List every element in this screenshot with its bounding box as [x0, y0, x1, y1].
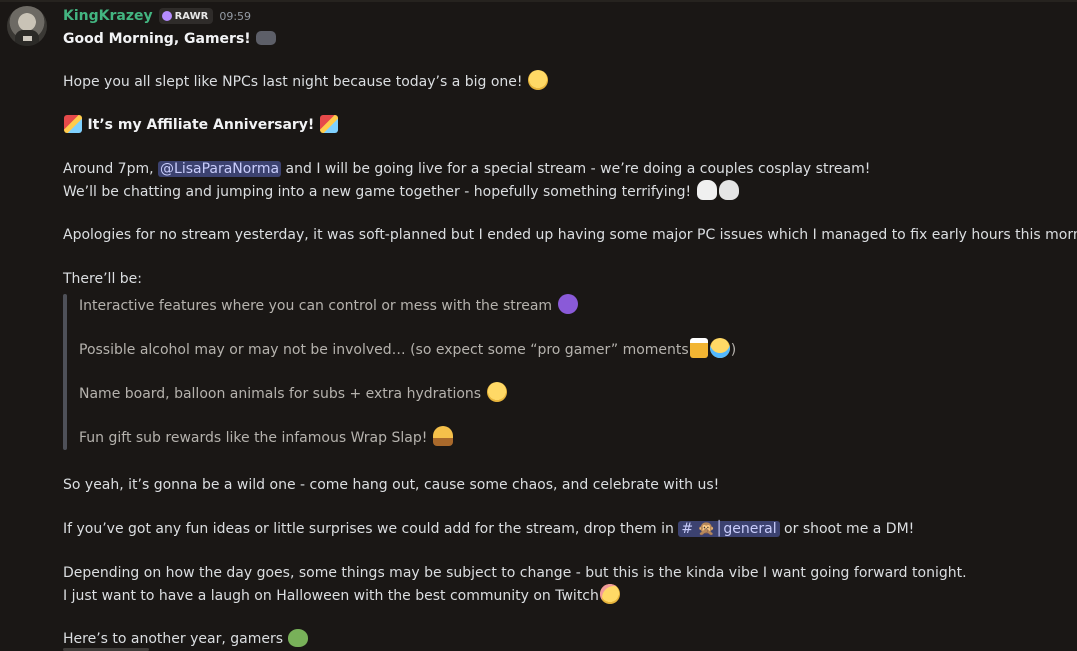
- anniversary-line: It’s my Affiliate Anniversary!: [63, 114, 339, 136]
- intro-text: Hope you all slept like NPCs last night …: [63, 74, 523, 90]
- laugh-text: I just want to have a laugh on Halloween…: [63, 588, 599, 604]
- smirk-icon: [486, 382, 507, 402]
- top-divider: [0, 0, 1077, 2]
- avatar-shirt: [15, 30, 39, 46]
- apology-line: Apologies for no stream yesterday, it wa…: [63, 224, 1077, 246]
- quote-item: Name board, balloon animals for subs + e…: [79, 382, 508, 405]
- role-tag-label: RAWR: [174, 10, 209, 22]
- timestamp[interactable]: 09:59: [219, 10, 251, 23]
- smirk-icon: [527, 70, 548, 90]
- quote-item: Interactive features where you can contr…: [79, 294, 579, 317]
- joy-icon: [709, 338, 730, 358]
- laugh-line: I just want to have a laugh on Halloween…: [63, 584, 621, 607]
- there-be-line: There’ll be:: [63, 268, 142, 290]
- blush-icon: [599, 584, 620, 604]
- ideas-post-text: or shoot me a DM!: [784, 521, 915, 537]
- stream-pre-text: Around 7pm,: [63, 161, 154, 177]
- ideas-pre-text: If you’ve got any fun ideas or little su…: [63, 521, 674, 537]
- quote-item: Fun gift sub rewards like the infamous W…: [79, 426, 454, 449]
- beer-mugs-icon: [689, 338, 708, 358]
- taco-icon: [432, 426, 453, 446]
- quote-item-text: Interactive features where you can contr…: [79, 298, 553, 314]
- message-title: Good Morning, Gamers!: [63, 31, 251, 47]
- quote-item-text: Fun gift sub rewards like the infamous W…: [79, 430, 428, 446]
- user-mention[interactable]: @LisaParaNorma: [158, 161, 282, 177]
- anniversary-text: It’s my Affiliate Anniversary!: [87, 117, 315, 133]
- so-yeah-line: So yeah, it’s gonna be a wild one - come…: [63, 474, 719, 496]
- username[interactable]: KingKrazey: [63, 8, 153, 24]
- intro-line: Hope you all slept like NPCs last night …: [63, 70, 549, 93]
- quote-item-text: Name board, balloon animals for subs + e…: [79, 386, 482, 402]
- message-header: KingKrazey RAWR 09:59: [63, 6, 251, 26]
- party-popper-icon: [319, 115, 338, 133]
- channel-link-general[interactable]: # 🙊│general: [678, 521, 780, 537]
- skull-icon: [718, 180, 739, 200]
- there-be-text: There’ll be:: [63, 271, 142, 287]
- closing-line: Here’s to another year, gamers: [63, 628, 309, 650]
- quote-item: Possible alcohol may or may not be invol…: [79, 338, 736, 361]
- party-popper-icon: [64, 115, 82, 133]
- apology-text: Apologies for no stream yesterday, it wa…: [63, 227, 1077, 243]
- stream-line: Around 7pm, @LisaParaNorma and I will be…: [63, 158, 870, 180]
- depending-line: Depending on how the day goes, some thin…: [63, 562, 967, 584]
- role-badge-icon: [161, 11, 172, 21]
- game-controller-icon: [256, 31, 277, 45]
- stream-post-text: and I will be going live for a special s…: [285, 161, 871, 177]
- smiling-imp-icon: [557, 294, 578, 314]
- message-title-line: Good Morning, Gamers!: [63, 28, 277, 50]
- user-avatar[interactable]: [7, 6, 47, 46]
- quote-item-close: ): [730, 342, 737, 358]
- blockquote-bar: [63, 294, 67, 450]
- green-heart-icon: [288, 629, 309, 647]
- chatting-line: We’ll be chatting and jumping into a new…: [63, 180, 740, 203]
- role-tag[interactable]: RAWR: [158, 8, 214, 24]
- so-yeah-text: So yeah, it’s gonna be a wild one - come…: [63, 477, 720, 493]
- chatting-text: We’ll be chatting and jumping into a new…: [63, 184, 692, 200]
- ideas-line: If you’ve got any fun ideas or little su…: [63, 518, 914, 540]
- closing-text: Here’s to another year, gamers: [63, 631, 284, 647]
- depending-text: Depending on how the day goes, some thin…: [63, 565, 967, 581]
- quote-item-text: Possible alcohol may or may not be invol…: [79, 342, 689, 358]
- ghost-icon: [696, 180, 717, 200]
